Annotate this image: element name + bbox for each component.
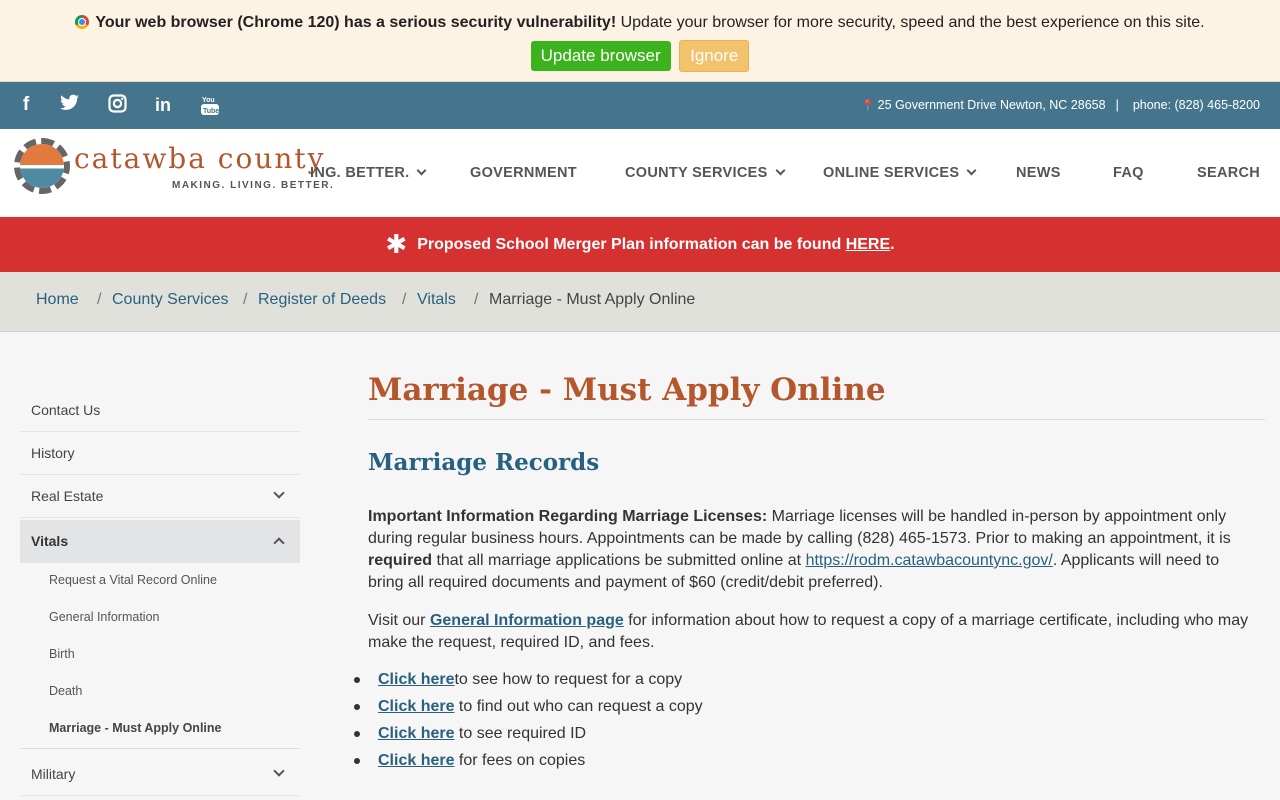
- breadcrumb-county-services[interactable]: County Services: [112, 291, 229, 309]
- sidebar-item-vitals[interactable]: Vitals: [20, 520, 300, 563]
- sidebar-item-contact-us[interactable]: Contact Us: [20, 389, 300, 432]
- general-info-paragraph: Visit our General Information page for i…: [368, 612, 1249, 651]
- marriage-license-paragraph: Important Information Regarding Marriage…: [368, 508, 1231, 591]
- sidebar-subitem-birth[interactable]: Birth: [49, 647, 75, 661]
- breadcrumb-register-of-deeds[interactable]: Register of Deeds: [258, 291, 386, 309]
- click-here-link[interactable]: Click here: [378, 671, 454, 688]
- list-item: Click here for fees on copies: [354, 750, 954, 777]
- chevron-down-icon: [775, 165, 786, 176]
- click-here-link[interactable]: Click here: [378, 752, 454, 769]
- title-divider: [368, 419, 1265, 420]
- click-here-link[interactable]: Click here: [378, 725, 454, 742]
- section-title: Marriage Records: [368, 449, 600, 476]
- nav-county-services[interactable]: COUNTY SERVICES: [625, 165, 786, 181]
- sidebar-divider: [20, 748, 300, 749]
- site-header: catawba county MAKING. LIVING. BETTER. I…: [0, 129, 1280, 216]
- chevron-down-icon: [417, 165, 427, 176]
- sidebar-subitem-death[interactable]: Death: [49, 684, 82, 698]
- breadcrumb-home[interactable]: Home: [36, 291, 79, 309]
- general-information-link[interactable]: General Information page: [430, 612, 624, 629]
- rodm-link[interactable]: https://rodm.catawbacountync.gov/: [806, 552, 1053, 569]
- list-item: Click here to find out who can request a…: [354, 696, 954, 723]
- instagram-icon[interactable]: [105, 94, 129, 118]
- sidebar-item-military[interactable]: Military: [20, 753, 300, 796]
- svg-text:Tube: Tube: [203, 108, 219, 115]
- browser-warning-text: Your web browser (Chrome 120) has a seri…: [0, 14, 1280, 32]
- breadcrumb: Home / County Services / Register of Dee…: [0, 272, 1280, 332]
- phone-text[interactable]: phone: (828) 465-8200: [1133, 98, 1260, 112]
- contact-separator: |: [1115, 98, 1119, 112]
- catawba-county-logo[interactable]: catawba county MAKING. LIVING. BETTER.: [14, 138, 333, 198]
- breadcrumb-vitals[interactable]: Vitals: [417, 291, 456, 309]
- list-item: Click hereto see how to request for a co…: [354, 669, 954, 696]
- logo-name: catawba county: [74, 142, 326, 175]
- breadcrumb-separator: /: [402, 291, 407, 308]
- nav-making-living-better[interactable]: ING. BETTER.: [310, 165, 427, 181]
- svg-text:You: You: [202, 97, 215, 104]
- sidebar-item-history[interactable]: History: [20, 432, 300, 475]
- contact-info: 📍 25 Government Drive Newton, NC 28658 | ph…: [861, 98, 1260, 112]
- alert-here-link[interactable]: HERE: [846, 236, 890, 253]
- chevron-down-icon[interactable]: [272, 475, 288, 518]
- asterisk-icon: ✱: [385, 229, 408, 259]
- links-list: Click hereto see how to request for a co…: [354, 669, 954, 777]
- nav-news[interactable]: NEWS: [1016, 165, 1061, 181]
- nav-online-services[interactable]: ONLINE SERVICES: [823, 165, 977, 181]
- twitter-icon[interactable]: [58, 94, 82, 118]
- nav-government[interactable]: GOVERNMENT: [470, 165, 577, 181]
- chevron-up-icon[interactable]: [272, 520, 288, 563]
- linkedin-icon[interactable]: in: [151, 94, 175, 118]
- breadcrumb-separator: /: [474, 291, 479, 308]
- sidebar-item-real-estate[interactable]: Real Estate: [20, 475, 300, 518]
- chevron-down-icon[interactable]: [272, 753, 288, 796]
- alert-text: Proposed School Merger Plan information …: [417, 236, 846, 253]
- warning-text: Update your browser for more security, s…: [616, 14, 1205, 31]
- list-item: Click here to see required ID: [354, 723, 954, 750]
- page-title: Marriage - Must Apply Online: [368, 372, 886, 408]
- breadcrumb-current: Marriage - Must Apply Online: [489, 291, 696, 308]
- warning-bold-text: Your web browser (Chrome 120) has a seri…: [95, 14, 617, 31]
- youtube-icon[interactable]: You Tube: [198, 94, 222, 118]
- browser-warning-bar: Your web browser (Chrome 120) has a seri…: [0, 0, 1280, 82]
- chrome-icon: [75, 15, 90, 29]
- social-bar: f in You Tube 📍 25 Government Drive Newton…: [0, 82, 1280, 129]
- sidebar-subitem-request-vital-record[interactable]: Request a Vital Record Online: [49, 573, 217, 587]
- breadcrumb-separator: /: [243, 291, 248, 308]
- update-browser-button[interactable]: Update browser: [530, 41, 671, 71]
- nav-faq[interactable]: FAQ: [1113, 165, 1144, 181]
- chevron-down-icon: [966, 165, 977, 176]
- nav-search[interactable]: SEARCH: [1197, 165, 1260, 181]
- address-text: 25 Government Drive Newton, NC 28658: [877, 98, 1106, 112]
- logo-tagline: MAKING. LIVING. BETTER.: [172, 180, 335, 191]
- click-here-link[interactable]: Click here: [378, 698, 454, 715]
- facebook-icon[interactable]: f: [14, 94, 38, 118]
- alert-banner: ✱ Proposed School Merger Plan information…: [0, 217, 1280, 272]
- ignore-button[interactable]: Ignore: [679, 40, 750, 72]
- sidebar-subitem-general-information[interactable]: General Information: [49, 610, 159, 624]
- sidebar-subitem-marriage[interactable]: Marriage - Must Apply Online: [49, 721, 221, 735]
- map-pin-icon: 📍: [860, 100, 875, 112]
- breadcrumb-separator: /: [97, 291, 102, 308]
